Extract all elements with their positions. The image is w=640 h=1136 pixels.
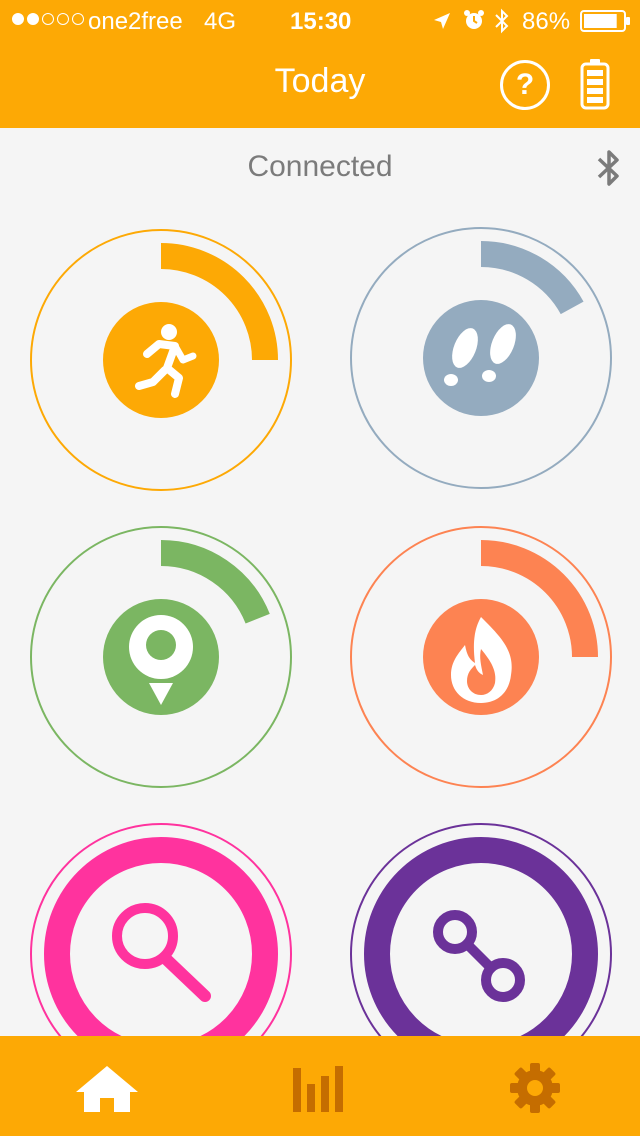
find-progress-ring (44, 837, 278, 1036)
carrier-name: one2free (88, 8, 183, 35)
tile-link[interactable] (349, 822, 613, 1036)
status-bar: one2free 4G 15:30 86% (0, 0, 640, 40)
link-progress-ring (364, 837, 598, 1036)
network-type: 4G (204, 8, 237, 35)
home-icon (76, 1066, 138, 1112)
clock: 15:30 (290, 8, 352, 35)
tab-home[interactable] (72, 1062, 142, 1114)
tab-settings[interactable] (500, 1062, 570, 1114)
dashboard: Connected (0, 128, 640, 1036)
signal-strength-icon (12, 13, 84, 29)
tile-find[interactable] (29, 822, 293, 1036)
bluetooth-icon (597, 150, 619, 186)
tile-steps[interactable] (349, 226, 613, 490)
tile-activity[interactable] (29, 228, 293, 492)
device-battery-button[interactable] (580, 58, 610, 110)
battery-percent: 86% (522, 8, 571, 35)
tile-calories[interactable] (349, 525, 613, 789)
tab-stats[interactable] (285, 1062, 355, 1114)
steps-progress-arc (480, 241, 584, 315)
link-icon (433, 910, 525, 1002)
help-button[interactable]: ? (500, 60, 550, 110)
alarm-icon (464, 10, 484, 29)
bar-chart-icon (293, 1066, 343, 1112)
location-arrow-icon (434, 13, 450, 29)
tab-bar (0, 1036, 640, 1136)
search-icon (112, 903, 211, 1002)
battery-icon (580, 10, 630, 32)
connection-status: Connected (247, 150, 393, 183)
bluetooth-status-icon (495, 8, 509, 34)
gear-icon (510, 1063, 560, 1113)
tile-distance[interactable] (29, 525, 293, 789)
